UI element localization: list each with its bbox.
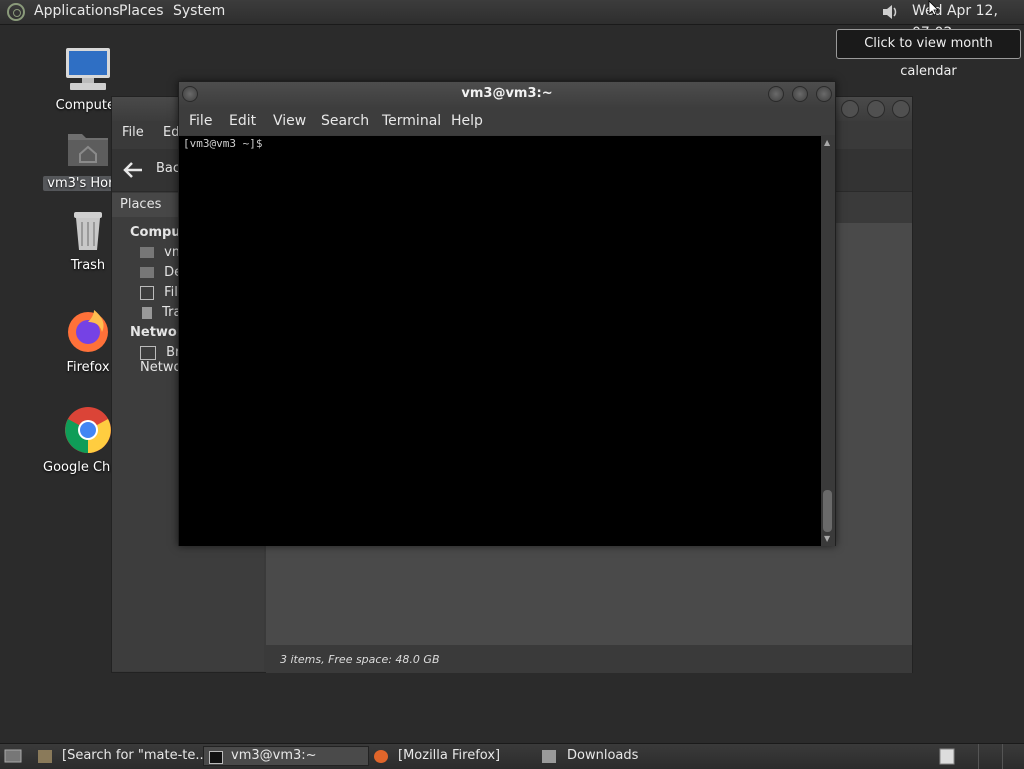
terminal-scrollbar[interactable]: ▲ ▼	[821, 136, 835, 546]
terminal-screen[interactable]: [vm3@vm3 ~]$	[179, 136, 821, 546]
terminal-icon	[209, 751, 223, 764]
terminal-titlebar[interactable]: vm3@vm3:~	[179, 82, 835, 108]
network-icon	[140, 345, 156, 360]
file-system-icon	[140, 285, 154, 300]
term-menu-help[interactable]: Help	[451, 113, 483, 129]
trash-icon	[74, 212, 102, 250]
fm-menu-file[interactable]: File	[122, 125, 144, 140]
firefox-icon	[68, 310, 108, 352]
search-folder-icon	[38, 750, 52, 763]
status-text: 3 items, Free space: 48.0 GB	[280, 653, 440, 666]
computer-icon	[66, 48, 110, 90]
fm-close-button[interactable]	[892, 100, 910, 118]
task-downloads[interactable]: Downloads	[542, 746, 702, 766]
chrome-icon	[65, 407, 111, 453]
workspace-divider	[1002, 744, 1003, 769]
menu-places[interactable]: Places	[119, 0, 164, 24]
status-bar: 3 items, Free space: 48.0 GB	[266, 647, 912, 673]
home-icon	[140, 247, 154, 258]
term-menu-search[interactable]: Search	[321, 113, 369, 129]
notes-icon[interactable]	[939, 748, 955, 765]
calendar-tooltip: Click to view month calendar	[836, 29, 1021, 79]
mouse-cursor-icon	[928, 0, 938, 16]
workspace-divider	[978, 744, 979, 769]
scroll-up-arrow-icon[interactable]: ▲	[824, 138, 830, 147]
scrollbar-thumb[interactable]	[823, 490, 832, 532]
terminal-menubar: File Edit View Search Terminal Help	[179, 108, 835, 135]
show-desktop-icon[interactable]	[4, 749, 22, 763]
term-menu-file[interactable]: File	[189, 113, 212, 129]
sidebar-header-label: Places	[120, 197, 162, 212]
desktop-folder-icon	[140, 267, 154, 278]
trash-small-icon	[142, 306, 152, 319]
task-label: vm3@vm3:~	[231, 748, 317, 763]
folder-icon	[542, 750, 556, 763]
task-label: Downloads	[567, 748, 639, 763]
back-arrow-icon[interactable]	[122, 161, 144, 179]
bottom-taskbar: [Search for "mate-te... vm3@vm3:~ [Mozil…	[0, 743, 1024, 769]
fm-minimize-button[interactable]	[841, 100, 859, 118]
distro-logo-icon[interactable]	[7, 3, 25, 21]
task-firefox[interactable]: [Mozilla Firefox]	[374, 746, 534, 766]
task-search-folder[interactable]: [Search for "mate-te...	[38, 746, 208, 766]
minimize-button[interactable]	[768, 86, 784, 102]
menu-applications[interactable]: Applications	[34, 0, 120, 24]
shell-prompt: [vm3@vm3 ~]$	[183, 137, 263, 150]
maximize-button[interactable]	[792, 86, 808, 102]
task-label: [Mozilla Firefox]	[398, 748, 501, 763]
menu-system[interactable]: System	[173, 0, 225, 24]
term-menu-edit[interactable]: Edit	[229, 113, 256, 129]
terminal-window[interactable]: vm3@vm3:~ File Edit View Search Terminal…	[178, 81, 836, 546]
scroll-down-arrow-icon[interactable]: ▼	[824, 534, 830, 543]
firefox-icon	[374, 750, 388, 763]
term-menu-view[interactable]: View	[273, 113, 306, 129]
close-button[interactable]	[816, 86, 832, 102]
volume-icon[interactable]	[880, 3, 900, 21]
terminal-title: vm3@vm3:~	[461, 86, 553, 101]
top-panel: Applications Places System Wed Apr 12, 0…	[0, 0, 1024, 41]
fm-maximize-button[interactable]	[867, 100, 885, 118]
home-folder-icon	[68, 134, 108, 166]
term-menu-terminal[interactable]: Terminal	[382, 113, 441, 129]
task-terminal[interactable]: vm3@vm3:~	[203, 746, 369, 766]
task-label: [Search for "mate-te...	[62, 748, 208, 763]
